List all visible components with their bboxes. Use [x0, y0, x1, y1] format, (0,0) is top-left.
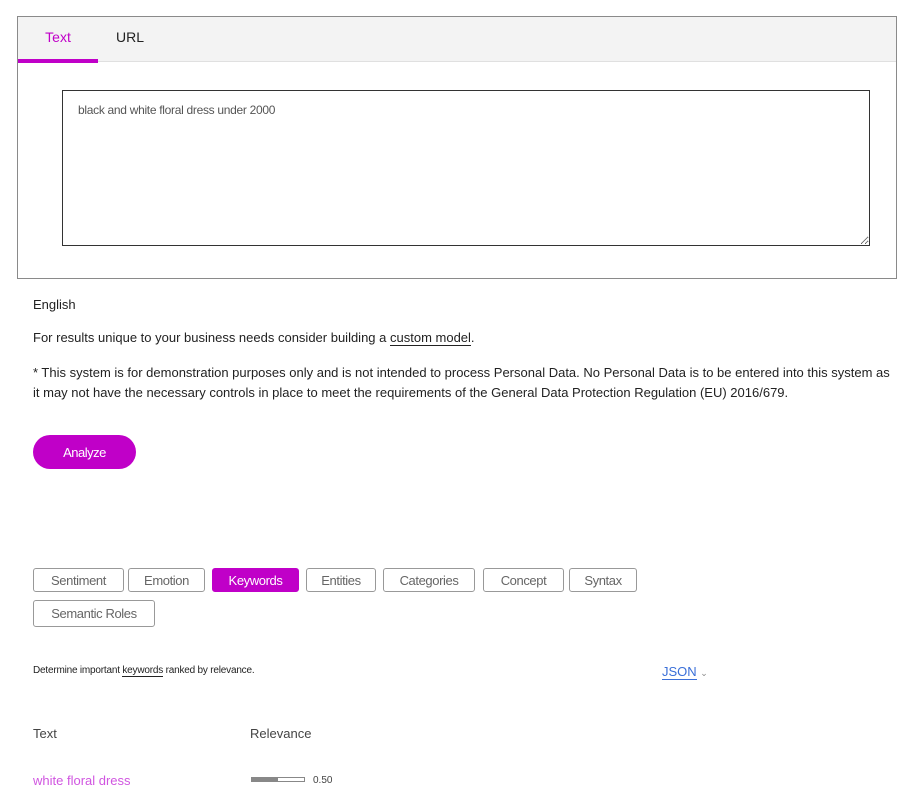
tab-url[interactable]: URL — [116, 29, 144, 45]
relevance-bar-fill — [252, 778, 278, 781]
custom-model-suffix: . — [470, 330, 475, 345]
disclaimer: * This system is for demonstration purpo… — [33, 365, 890, 400]
tab-text[interactable]: Text — [18, 29, 98, 63]
analyze-button[interactable]: Analyze — [33, 435, 136, 469]
relevance-bar — [251, 777, 305, 782]
column-header-text: Text — [33, 726, 57, 741]
feature-tab-concept[interactable]: Concept — [483, 568, 564, 592]
feature-tab-sentiment[interactable]: Sentiment — [33, 568, 124, 592]
json-label: JSON — [662, 664, 697, 680]
language-label: English — [33, 297, 76, 312]
custom-model-prefix: For results unique to your business need… — [33, 330, 390, 345]
json-toggle[interactable]: JSON ⌄ — [662, 664, 708, 680]
input-panel: Text URL black and white floral dress un… — [17, 16, 897, 279]
column-header-relevance: Relevance — [250, 726, 312, 741]
feature-tab-syntax[interactable]: Syntax — [569, 568, 637, 592]
feature-tab-semantic-roles[interactable]: Semantic Roles — [33, 600, 155, 627]
relevance-value: 0.50 — [313, 775, 333, 786]
description-prefix: Determine important — [33, 665, 123, 676]
custom-model-link[interactable]: custom model — [390, 330, 471, 346]
chevron-down-icon: ⌄ — [700, 668, 708, 678]
description-suffix: ranked by relevance. — [163, 665, 255, 676]
keywords-link[interactable]: keywords — [122, 665, 163, 677]
input-tab-bar: Text URL — [18, 17, 896, 63]
feature-tab-keywords[interactable]: Keywords — [212, 568, 299, 592]
custom-model-text: For results unique to your business need… — [33, 330, 475, 346]
feature-description: Determine important keywords ranked by r… — [33, 665, 255, 677]
keyword-text: white floral dress — [33, 773, 131, 788]
text-input[interactable]: black and white floral dress under 2000 — [62, 90, 870, 246]
feature-tab-categories[interactable]: Categories — [383, 568, 475, 592]
feature-tab-emotion[interactable]: Emotion — [128, 568, 205, 592]
feature-tab-entities[interactable]: Entities — [306, 568, 376, 592]
